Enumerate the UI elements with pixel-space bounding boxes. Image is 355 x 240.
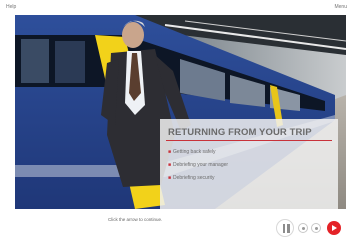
bullet-text: Debriefing your manager [173, 162, 229, 168]
bullet-dot-icon: ■ [168, 175, 172, 181]
play-arrow-icon [331, 224, 337, 231]
bullet-item: ■ Debriefing your manager [168, 162, 228, 168]
continue-instruction: Click the arrow to continue. [108, 217, 163, 222]
menu-link[interactable]: Menu [334, 4, 347, 10]
replay-icon [301, 226, 305, 230]
pause-icon [282, 224, 285, 233]
bottom-bar: Click the arrow to continue. [0, 209, 355, 240]
slide-title: RETURNING FROM YOUR TRIP [168, 127, 312, 138]
back-button[interactable] [311, 223, 321, 233]
next-button[interactable] [327, 221, 341, 235]
bullet-text: Getting back safely [173, 149, 216, 155]
bullet-text: Debriefing security [173, 175, 215, 181]
help-link[interactable]: Help [6, 4, 16, 10]
pause-icon-bar [287, 224, 290, 233]
replay-button[interactable] [298, 223, 308, 233]
slide-stage: RETURNING FROM YOUR TRIP ■ Getting back s… [15, 15, 346, 209]
bullet-item: ■ Getting back safely [168, 149, 216, 155]
playback-controls [276, 217, 350, 239]
slide-content-panel: RETURNING FROM YOUR TRIP ■ Getting back s… [160, 119, 338, 209]
bullet-dot-icon: ■ [168, 149, 172, 155]
back-icon [314, 226, 318, 230]
bullet-dot-icon: ■ [168, 162, 172, 168]
top-bar: Help Menu [0, 0, 355, 15]
bullet-item: ■ Debriefing security [168, 175, 214, 181]
pause-button[interactable] [276, 219, 294, 237]
title-divider [166, 140, 332, 142]
